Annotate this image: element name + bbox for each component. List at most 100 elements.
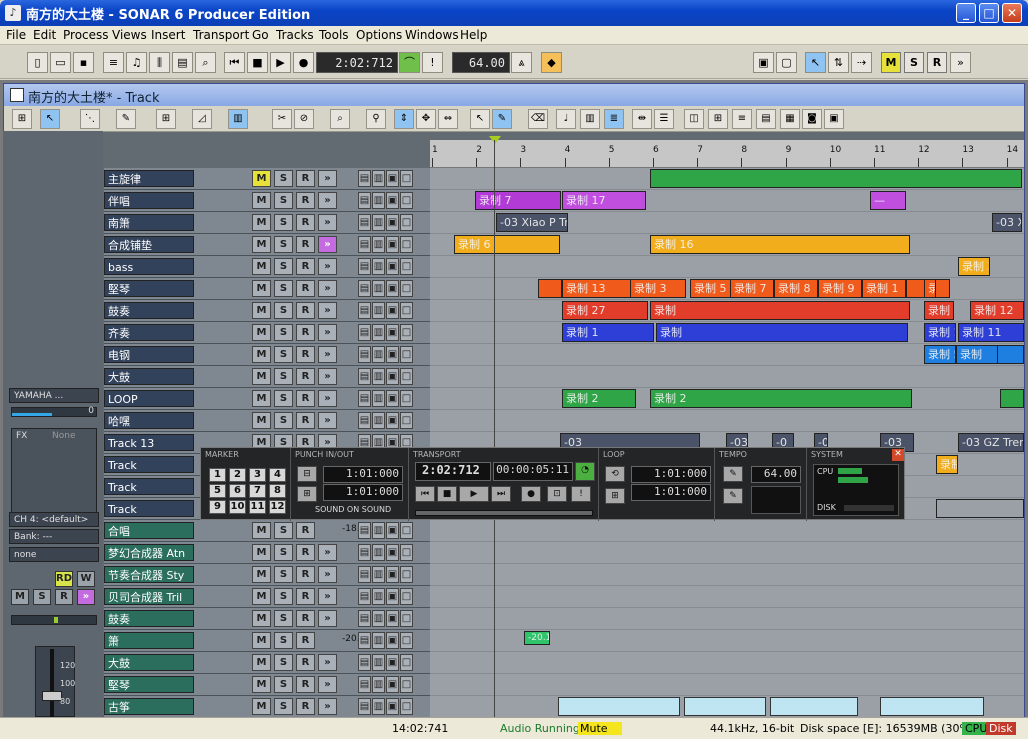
metronome-icon[interactable]: ⌒ [399,52,420,73]
track-mute-button[interactable]: M [252,346,271,363]
mute-tool-icon[interactable]: ⊘ [294,109,314,129]
track-row[interactable]: 4⊛合成铺垫MSR»▤▥▣□ [104,234,430,256]
track-archive-icon[interactable]: ▣ [386,610,399,627]
input-echo-icon[interactable]: » [318,236,337,253]
loop-set-button[interactable]: ⊞ [605,488,625,504]
track-row[interactable]: 7⊛鼓奏MSR»▤▥▣□ [104,300,430,322]
track-size-icon[interactable]: □ [400,566,413,583]
staff-view-icon[interactable]: ♫ [126,52,147,73]
track-mute-button[interactable]: M [252,544,271,561]
punch-out-time[interactable]: 1:01:000 [323,484,403,501]
fit-icon[interactable]: ⇔ [438,109,458,129]
track-size-icon[interactable]: □ [400,192,413,209]
menu-insert[interactable]: Insert [151,28,185,42]
menu-tools[interactable]: Tools [319,28,349,42]
track-freeze-icon[interactable]: ▥ [372,390,385,407]
track-lane[interactable] [430,674,1024,696]
track-archive-icon[interactable]: ▣ [386,170,399,187]
track-freeze-icon[interactable]: ▥ [372,368,385,385]
track-mute-button[interactable]: M [252,258,271,275]
punch-in-time[interactable]: 1:01:000 [323,466,403,483]
global-solo-button[interactable]: S [904,52,924,73]
more-icon[interactable]: » [950,52,971,73]
track-props-icon[interactable]: ▤ [358,390,371,407]
tempo-insert-button[interactable]: ✎ [723,466,743,482]
track-mute-button[interactable]: M [252,368,271,385]
track-row[interactable]: 9⊛电钢MSR»▤▥▣□ [104,344,430,366]
audio-clip[interactable] [770,697,858,716]
screenset-icon[interactable]: ▢ [776,52,797,73]
clip[interactable] [538,279,562,298]
pan-slider[interactable] [11,615,97,625]
input-echo-icon[interactable]: » [318,324,337,341]
layout-f-icon[interactable]: ◙ [802,109,822,129]
track-size-icon[interactable]: □ [400,214,413,231]
track-freeze-icon[interactable]: ▥ [372,302,385,319]
track-row[interactable]: 2⊛伴唱MSR»▤▥▣□ [104,190,430,212]
clip[interactable]: 录制 13 [924,279,936,298]
track-name[interactable]: 节奏合成器 Sty [104,566,194,583]
track-solo-button[interactable]: S [274,698,293,715]
track-freeze-icon[interactable]: ▥ [372,346,385,363]
track-freeze-icon[interactable]: ▥ [372,324,385,341]
layout-c-icon[interactable]: ≡ [732,109,752,129]
marker-key[interactable]: 5 [209,484,226,498]
clip[interactable]: 录制 1 [562,323,654,342]
track-solo-button[interactable]: S [274,588,293,605]
tempo-tap-icon[interactable]: ⩓ [511,52,532,73]
track-lane[interactable] [430,520,1024,542]
track-props-icon[interactable]: ▤ [358,412,371,429]
track-solo-button[interactable]: S [274,412,293,429]
now-marker[interactable] [489,136,501,144]
track-name[interactable]: 合唱 [104,522,194,539]
loop-toggle-button[interactable]: ⟲ [605,466,625,482]
track-mute-button[interactable]: M [252,522,271,539]
track-archive-icon[interactable]: ▣ [386,676,399,693]
audio-snap-icon[interactable]: ⚲ [366,109,386,129]
clips-pane[interactable]: 录制 7 录制 17 — -03 Xiao P Tre -03 X 录制 6 录制 16 录制… [430,168,1024,717]
input-echo-button[interactable]: » [77,589,95,605]
open-file-icon[interactable]: ▭ [50,52,71,73]
track-props-icon[interactable]: ▤ [358,324,371,341]
clip[interactable]: 录制 6 [454,235,560,254]
track-name[interactable]: 齐奏 [104,324,194,341]
track-solo-button[interactable]: S [274,280,293,297]
track-archive-icon[interactable]: ▣ [386,390,399,407]
track-row[interactable]: 8⊛齐奏MSR»▤▥▣□ [104,322,430,344]
track-size-icon[interactable]: □ [400,170,413,187]
tempo-display[interactable]: 64.00 [452,52,510,73]
track-solo-button[interactable]: S [274,632,293,649]
track-size-icon[interactable]: □ [400,610,413,627]
track-archive-icon[interactable]: ▣ [386,258,399,275]
track-solo-button[interactable]: S [274,192,293,209]
menu-edit[interactable]: Edit [33,28,56,42]
position-slider[interactable] [415,510,593,516]
layout-icon[interactable]: ▣ [753,52,774,73]
track-row[interactable]: 24▦堅琴MSR»▤▥▣□ [104,674,430,696]
zoom-icon[interactable]: ⌕ [330,109,350,129]
new-file-icon[interactable]: ▯ [27,52,48,73]
fx-bin[interactable]: FX None [11,428,97,518]
track-props-icon[interactable]: ▤ [358,302,371,319]
transport-ffwd-button[interactable]: ⏭ [491,486,511,502]
scissors-icon[interactable]: ✂ [272,109,292,129]
track-name[interactable]: Track 13 [104,434,194,451]
track-size-icon[interactable]: □ [400,368,413,385]
minimize-button[interactable]: _ [956,3,976,23]
input-echo-icon[interactable]: » [318,280,337,297]
track-mute-button[interactable]: M [252,170,271,187]
alert-icon[interactable]: ! [422,52,443,73]
track-mute-button[interactable]: M [252,654,271,671]
track-mute-button[interactable]: M [252,214,271,231]
transport-alert-button[interactable]: ! [571,486,591,502]
track-record-button[interactable]: R [296,192,315,209]
track-row[interactable]: 19▦节奏合成器 StyMSR»▤▥▣□ [104,564,430,586]
track-row[interactable]: 1⊛主旋律MSR»▤▥▣□ [104,168,430,190]
clip[interactable]: 录制 [650,301,910,320]
track-props-icon[interactable]: ▤ [358,522,371,539]
track-archive-icon[interactable]: ▣ [386,654,399,671]
clip[interactable]: 录制 5 [690,279,734,298]
clip[interactable]: 录制 5 [924,345,956,364]
layout-e-icon[interactable]: ▦ [780,109,800,129]
track-size-icon[interactable]: □ [400,324,413,341]
